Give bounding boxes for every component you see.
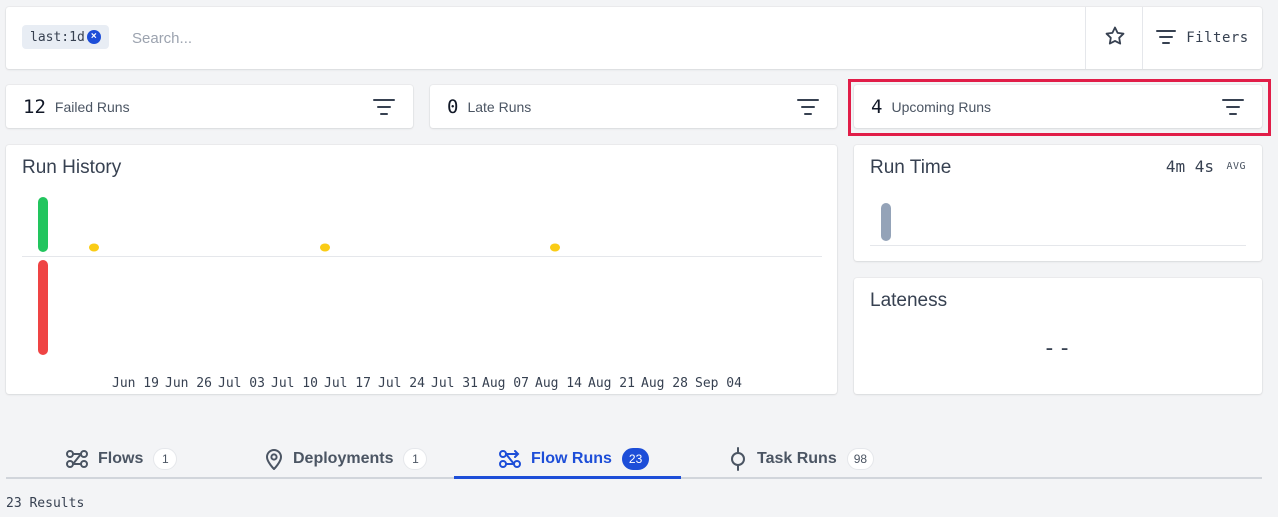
filter-chip[interactable]: last:1d × xyxy=(22,25,109,49)
lateness-card: Lateness -- xyxy=(854,278,1262,394)
late-runs-label: Late Runs xyxy=(467,98,532,115)
x-tick-label: Aug 28 xyxy=(641,376,688,391)
tab-label: Deployments xyxy=(293,449,394,467)
x-tick-label: Jul 10 xyxy=(271,376,318,391)
filters-label: Filters xyxy=(1186,30,1249,46)
filter-icon[interactable] xyxy=(373,98,395,121)
tab-deployments[interactable]: Deployments 1 xyxy=(264,440,428,477)
active-tab-indicator xyxy=(454,476,681,479)
x-tick-label: Aug 07 xyxy=(482,376,529,391)
x-tick-label: Jul 24 xyxy=(378,376,425,391)
x-tick-label: Aug 21 xyxy=(588,376,635,391)
scheduled-run-dot[interactable] xyxy=(320,243,330,252)
completed-runs-bar[interactable] xyxy=(38,197,48,252)
upcoming-runs-card[interactable]: 4 Upcoming Runs xyxy=(854,85,1262,128)
filters-button[interactable]: Filters xyxy=(1143,7,1262,69)
x-tick-label: Aug 14 xyxy=(535,376,582,391)
upcoming-runs-count: 4 xyxy=(871,95,883,118)
tab-label: Task Runs xyxy=(757,449,837,467)
tab-count-badge: 98 xyxy=(846,447,875,470)
filter-chip-label: last:1d xyxy=(30,29,85,45)
failed-runs-card[interactable]: 12 Failed Runs xyxy=(6,85,413,128)
chip-remove-icon[interactable]: × xyxy=(86,30,101,44)
run-time-bar[interactable] xyxy=(881,203,891,241)
x-tick-label: Jun 26 xyxy=(165,376,212,391)
run-time-chart xyxy=(870,203,1246,246)
x-tick-label: Jul 03 xyxy=(218,376,265,391)
flow-runs-icon xyxy=(498,449,522,469)
tab-count-badge: 1 xyxy=(153,447,178,470)
tab-flow-runs[interactable]: Flow Runs 23 xyxy=(460,440,687,477)
x-tick-label: Jun 19 xyxy=(112,376,159,391)
x-tick-label: Jul 31 xyxy=(431,376,478,391)
scheduled-run-dot[interactable] xyxy=(550,243,560,252)
run-time-card: Run Time 4m 4s AVG xyxy=(854,145,1262,261)
location-pin-icon xyxy=(264,447,284,471)
lateness-title: Lateness xyxy=(870,290,948,311)
save-search-button[interactable] xyxy=(1086,7,1143,69)
tab-label: Flows xyxy=(98,449,144,467)
x-tick-label: Sep 04 xyxy=(695,376,742,391)
search-input[interactable] xyxy=(132,25,1032,51)
run-history-card: Run History Jun 19 Jun 26 Jul 03 Jul 10 … xyxy=(6,145,837,394)
scheduled-run-dot[interactable] xyxy=(89,243,99,252)
tab-task-runs[interactable]: Task Runs 98 xyxy=(728,440,875,477)
late-runs-count: 0 xyxy=(447,95,459,118)
star-icon xyxy=(1103,24,1127,53)
failed-runs-bar[interactable] xyxy=(38,260,48,355)
results-count: 23 Results xyxy=(6,496,85,511)
failed-runs-label: Failed Runs xyxy=(54,98,130,115)
filter-icon xyxy=(1156,29,1177,48)
tab-flows[interactable]: Flows 1 xyxy=(65,440,178,477)
upcoming-runs-label: Upcoming Runs xyxy=(891,98,992,115)
failed-runs-count: 12 xyxy=(23,95,46,118)
lateness-value: -- xyxy=(1042,336,1074,361)
tab-count-badge: 1 xyxy=(403,447,428,470)
flows-icon xyxy=(65,449,89,469)
tab-bar: Flows 1 Deployments 1 Flow Runs 23 Task … xyxy=(6,440,1262,479)
run-history-chart: Jun 19 Jun 26 Jul 03 Jul 10 Jul 17 Jul 2… xyxy=(22,197,822,391)
x-tick-label: Jul 17 xyxy=(324,376,371,391)
tab-label: Flow Runs xyxy=(531,449,612,467)
task-runs-icon xyxy=(728,446,748,471)
search-bar: last:1d × Filters xyxy=(6,7,1262,69)
filter-icon[interactable] xyxy=(797,98,819,121)
tab-count-badge: 23 xyxy=(621,447,650,470)
filter-icon[interactable] xyxy=(1222,98,1244,121)
late-runs-card[interactable]: 0 Late Runs xyxy=(430,85,837,128)
